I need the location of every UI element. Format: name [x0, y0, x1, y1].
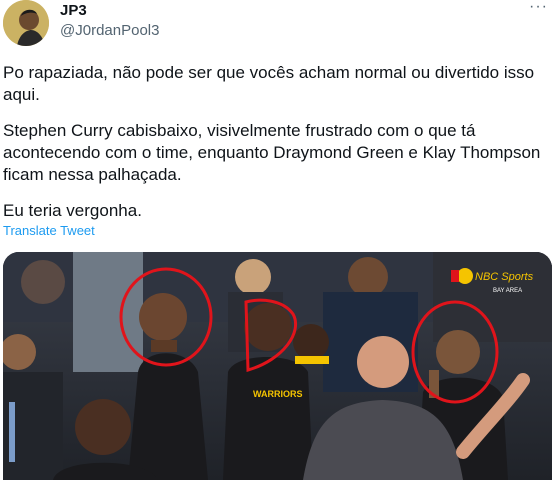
author-display-name[interactable]: JP3 — [60, 2, 87, 19]
jersey-text: WARRIORS — [253, 389, 303, 399]
tweet-paragraph: Stephen Curry cabisbaixo, visivelmente f… — [3, 121, 541, 184]
author-handle[interactable]: @J0rdanPool3 — [60, 22, 159, 39]
more-options-icon[interactable]: ··· — [529, 0, 548, 16]
svg-text:BAY AREA: BAY AREA — [493, 288, 522, 294]
translate-tweet-link[interactable]: Translate Tweet — [3, 223, 95, 238]
courtside-photo: NBC Sports BAY AREA WARRIORS — [3, 252, 552, 480]
avatar-photo-icon — [3, 0, 49, 46]
tweet-media-photo[interactable]: NBC Sports BAY AREA WARRIORS — [3, 252, 552, 480]
tweet-text: Po rapaziada, não pode ser que vocês ach… — [3, 62, 548, 222]
nbc-sports-logo-icon — [451, 268, 473, 284]
tweet-paragraph: Po rapaziada, não pode ser que vocês ach… — [3, 63, 535, 104]
watermark-text: NBC Sports — [475, 271, 534, 283]
author-avatar[interactable] — [3, 0, 49, 46]
tweet-paragraph: Eu teria vergonha. — [3, 201, 142, 220]
